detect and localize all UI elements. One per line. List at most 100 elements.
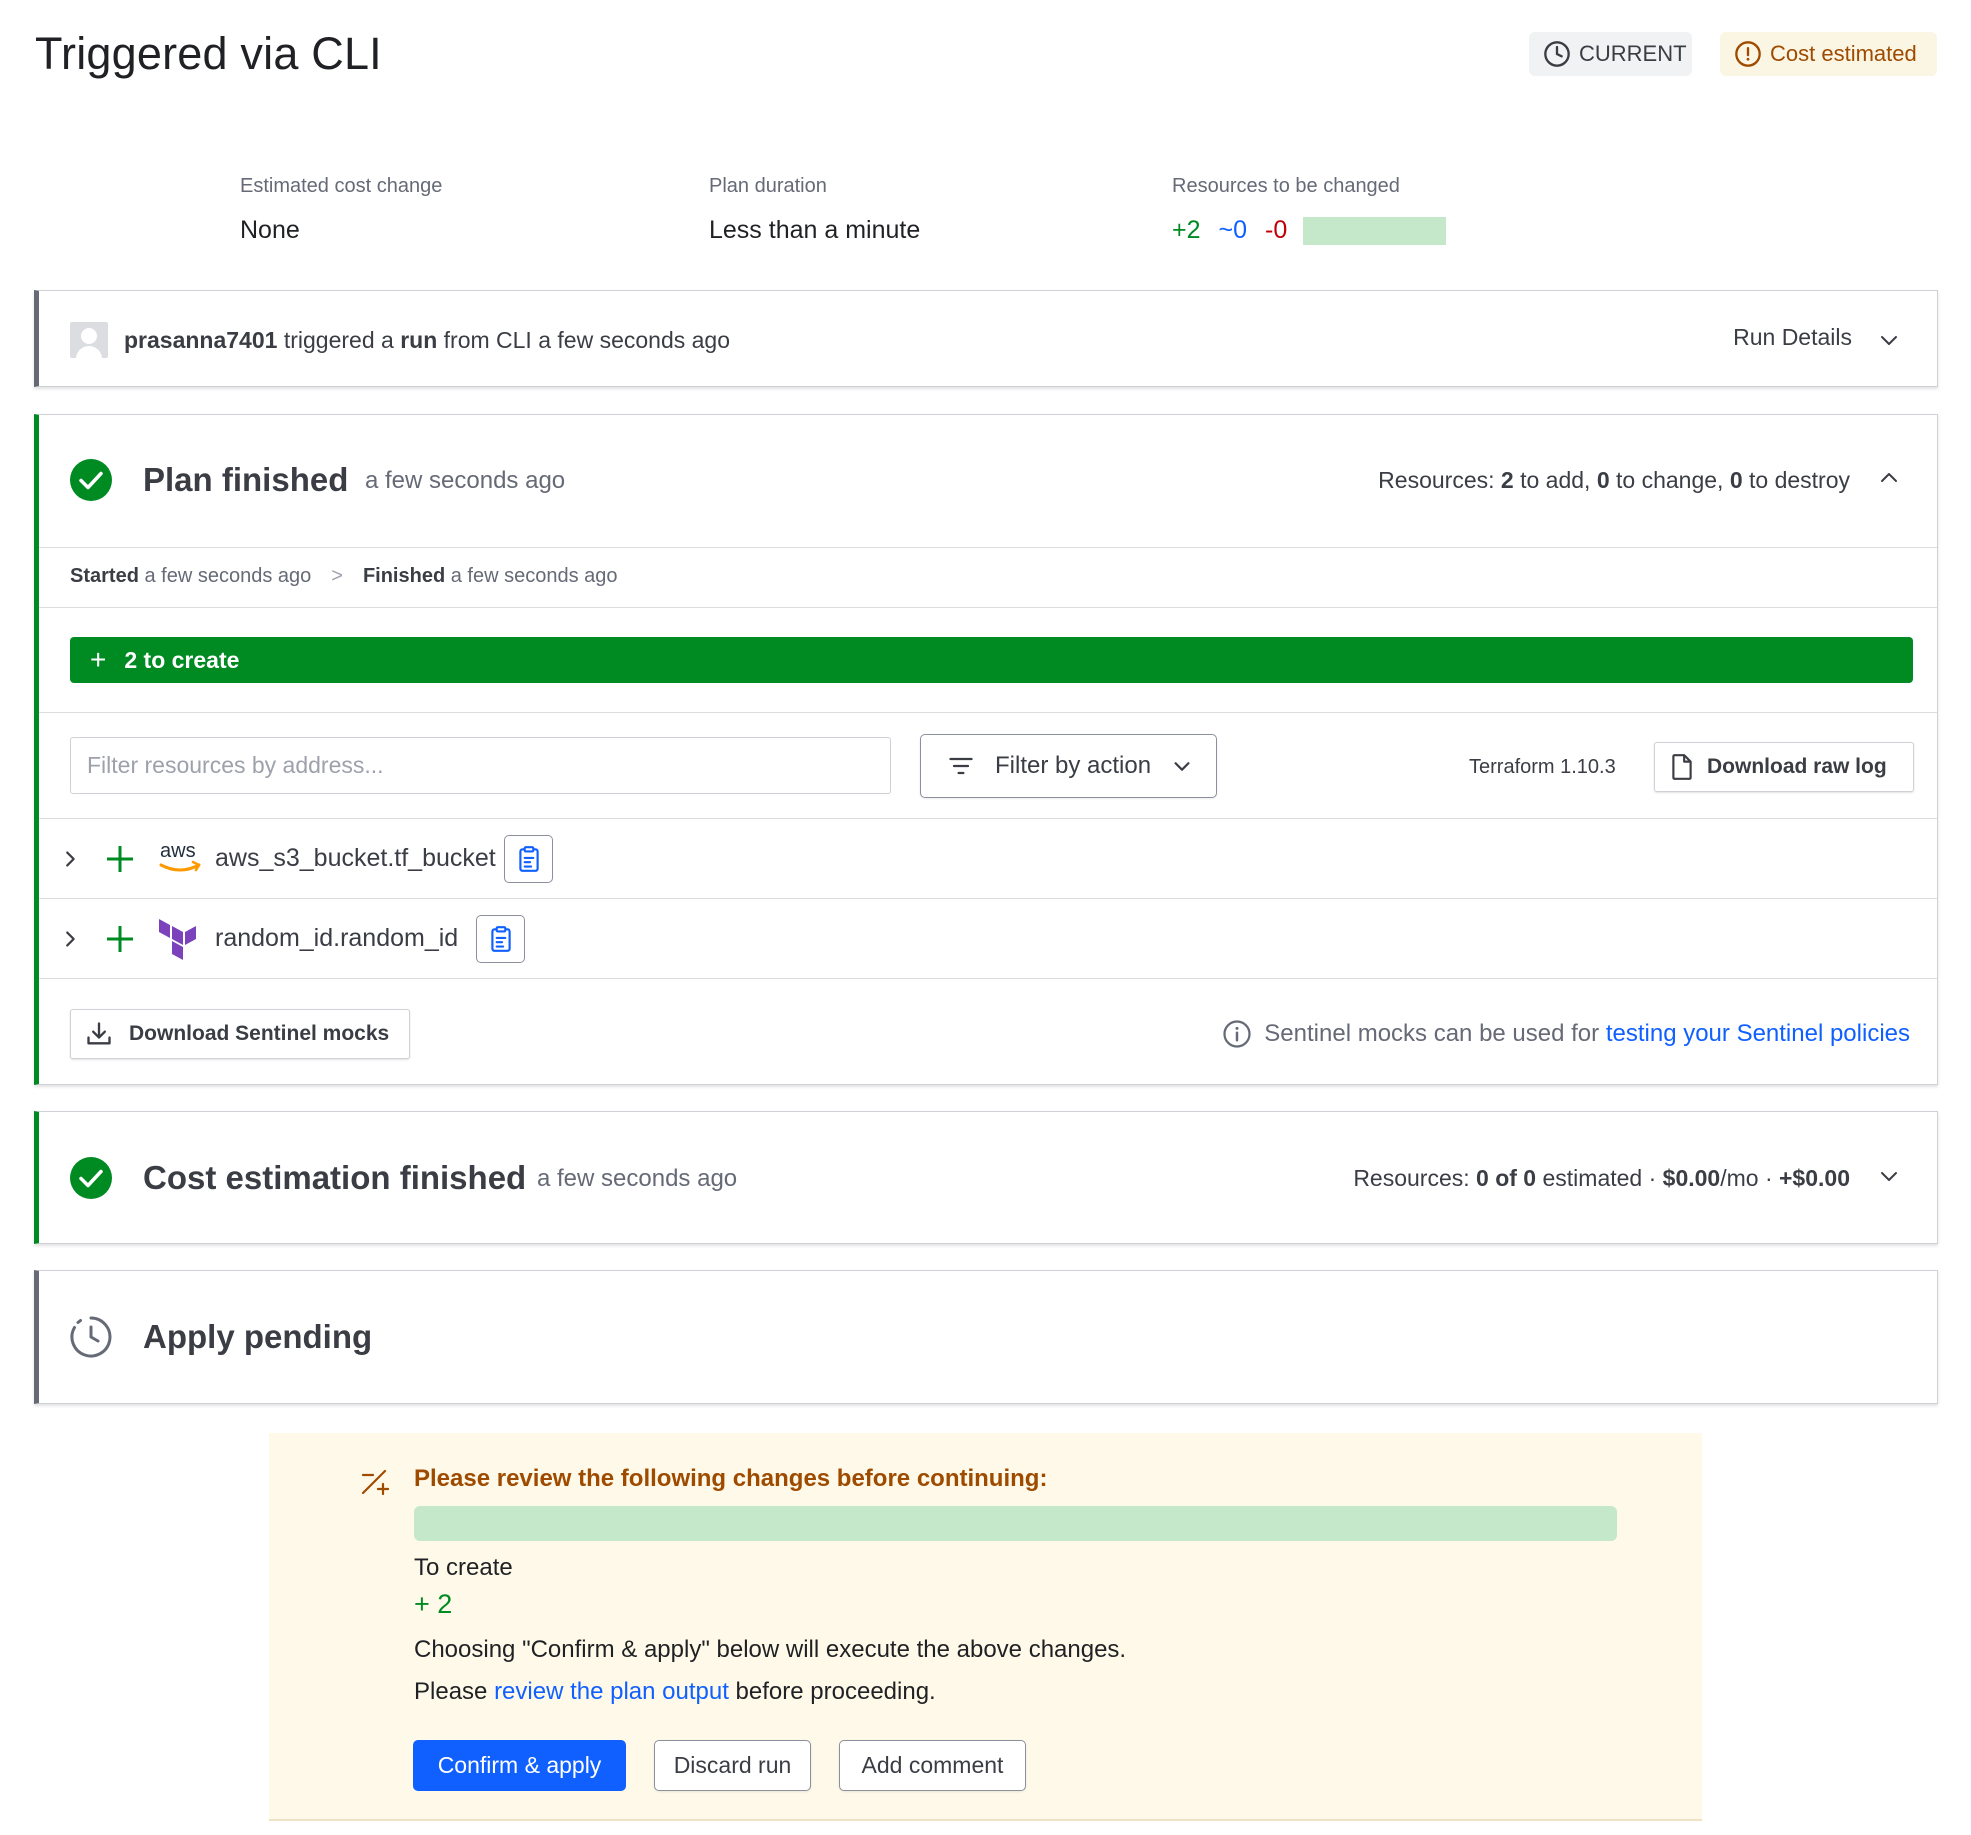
chevron-right-icon[interactable]: [59, 848, 81, 870]
sentinel-note-text: Sentinel mocks can be used for: [1264, 1020, 1606, 1047]
avatar: [70, 322, 108, 358]
resources-changed-stat: Resources to be changed +2 ~0 -0: [1172, 175, 1447, 245]
estimated-cost-value: None: [240, 216, 300, 244]
current-badge-label: CURRENT: [1579, 41, 1687, 66]
plus-icon: +: [90, 644, 107, 675]
copy-button[interactable]: [476, 914, 525, 963]
confirm-warning-text: Choosing "Confirm & apply" below will ex…: [414, 1636, 1127, 1663]
cost-badge-label: Cost estimated: [1770, 41, 1917, 66]
discard-run-button[interactable]: Discard run: [654, 1740, 811, 1791]
file-icon: [1672, 754, 1692, 780]
sentinel-policies-link[interactable]: testing your Sentinel policies: [1606, 1020, 1910, 1048]
chevron-down-icon[interactable]: [1877, 1164, 1901, 1188]
clock-icon: [1544, 41, 1570, 67]
clipboard-icon: [490, 925, 511, 952]
plan-resources-summary: Resources: 2 to add, 0 to change, 0 to d…: [1378, 467, 1850, 494]
chevron-right-icon[interactable]: [59, 928, 81, 950]
download-raw-log-button[interactable]: Download raw log: [1654, 742, 1914, 792]
res-destroy-count: 0: [1729, 467, 1743, 493]
chevron-up-icon[interactable]: [1877, 466, 1901, 490]
apply-pending-card: Apply pending: [34, 1270, 1938, 1404]
alert-circle-icon: [1735, 41, 1761, 67]
plan-finished-card: Plan finished a few seconds ago Resource…: [34, 414, 1938, 1085]
download-icon: [87, 1022, 111, 1045]
apply-title: Apply pending: [143, 1318, 373, 1355]
check-circle-icon: [70, 459, 112, 501]
trigger-user[interactable]: prasanna7401: [124, 327, 277, 354]
sentinel-note: Sentinel mocks can be used for testing y…: [1222, 1019, 1910, 1049]
review-plan-pre: Please: [414, 1678, 495, 1705]
svg-text:aws: aws: [160, 841, 196, 862]
run-details-toggle[interactable]: Run Details: [1733, 324, 1852, 351]
started-time: a few seconds ago: [138, 565, 312, 587]
plan-title: Plan finished: [143, 461, 349, 498]
copy-button[interactable]: [504, 834, 553, 883]
cost-delta: +$0.00: [1779, 1165, 1850, 1191]
to-create-bar[interactable]: + 2 to create: [70, 637, 1913, 683]
download-sentinel-mocks-label: Download Sentinel mocks: [129, 1022, 390, 1045]
cost-estimated-count: 0 of 0: [1476, 1165, 1537, 1191]
resource-address: aws_s3_bucket.tf_bucket: [215, 844, 496, 872]
started-label: Started: [70, 565, 139, 587]
divider: [39, 978, 1937, 979]
download-sentinel-mocks-button[interactable]: Download Sentinel mocks: [70, 1009, 410, 1059]
plan-timeline: Started a few seconds ago > Finished a few…: [70, 565, 618, 588]
trigger-text: triggered a: [283, 326, 394, 353]
cost-estimation-card[interactable]: Cost estimation finished a few seconds a…: [34, 1111, 1938, 1244]
add-comment-button[interactable]: Add comment: [839, 1740, 1026, 1791]
cost-time: a few seconds ago: [537, 1165, 738, 1192]
changes-bar: [1303, 216, 1447, 245]
add-count: +2: [1172, 216, 1201, 244]
resources-changed-label: Resources to be changed: [1172, 175, 1400, 197]
estimated-cost-label: Estimated cost change: [240, 175, 443, 197]
chevron-down-icon[interactable]: [1877, 328, 1901, 352]
terraform-version: Terraform 1.10.3: [1469, 756, 1616, 778]
terraform-logo-icon: [159, 918, 196, 960]
filter-by-action-dropdown[interactable]: Filter by action: [920, 734, 1217, 798]
plan-duration-label: Plan duration: [709, 175, 827, 197]
plan-duration-value: Less than a minute: [709, 216, 921, 244]
resource-row[interactable]: aws aws_s3_bucket.tf_bucket: [39, 819, 1937, 898]
plus-icon: [107, 845, 133, 872]
confirm-apply-button[interactable]: Confirm & apply: [413, 1740, 626, 1791]
timeline-separator: >: [331, 565, 343, 587]
review-changes-panel: Please review the following changes befo…: [269, 1433, 1702, 1821]
cost-res-prefix: Resources:: [1353, 1165, 1477, 1191]
review-plan-post: before proceeding.: [728, 1678, 936, 1705]
finished-label: Finished: [362, 565, 446, 587]
to-create-label: 2 to create: [124, 646, 240, 673]
chevron-down-icon: [1174, 762, 1190, 771]
to-create-label: To create: [414, 1554, 513, 1581]
cost-title: Cost estimation finished: [143, 1159, 527, 1196]
res-destroy-text: to destroy: [1742, 467, 1850, 493]
res-change-count: 0: [1596, 467, 1610, 493]
download-raw-log-label: Download raw log: [1707, 755, 1887, 778]
to-create-count: + 2: [414, 1589, 453, 1619]
cost-monthly: $0.00: [1662, 1165, 1721, 1191]
trigger-source: from CLI a few seconds ago: [443, 326, 731, 353]
divider: [39, 712, 1937, 713]
aws-logo-icon: aws: [159, 841, 201, 871]
change-count: ~0: [1218, 216, 1248, 244]
filter-resources-input[interactable]: [70, 737, 891, 794]
cost-summary: Resources: 0 of 0 estimated · $0.00/mo ·…: [1353, 1165, 1850, 1192]
trigger-run: run: [400, 326, 438, 353]
plan-duration-stat: Plan duration Less than a minute: [709, 175, 920, 245]
run-trigger-card[interactable]: prasanna7401 triggered a run from CLI a …: [34, 290, 1938, 387]
review-changes-bar: [414, 1506, 1617, 1541]
cost-estimated-text: estimated ·: [1536, 1165, 1663, 1191]
finished-time: a few seconds ago: [445, 565, 618, 587]
clipboard-icon: [518, 845, 539, 872]
plan-header[interactable]: Plan finished a few seconds ago Resource…: [39, 415, 1937, 547]
plan-time: a few seconds ago: [365, 467, 566, 494]
destroy-count: -0: [1265, 216, 1288, 244]
check-circle-icon: [70, 1157, 112, 1199]
resources-changed-value: +2 ~0 -0: [1172, 216, 1447, 245]
info-icon: [1223, 1020, 1251, 1048]
clock-pending-icon: [70, 1316, 112, 1358]
resource-row[interactable]: random_id.random_id: [39, 899, 1937, 978]
current-badge: CURRENT: [1529, 32, 1692, 76]
review-plan-output-link[interactable]: review the plan output: [494, 1678, 729, 1705]
res-prefix: Resources:: [1378, 467, 1501, 493]
plus-icon: [107, 925, 133, 952]
